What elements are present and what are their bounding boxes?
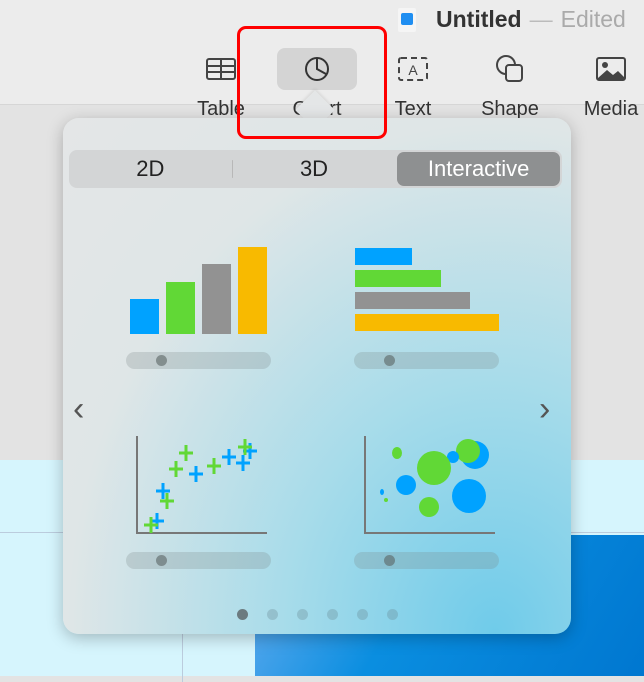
toolbar-media-button[interactable]: Media [571, 48, 644, 121]
tab-2d[interactable]: 2D [69, 150, 232, 188]
chart-popover: 2D 3D Interactive ‹ › [63, 118, 571, 634]
page-indicator [237, 609, 398, 620]
window-title: Untitled — Edited [436, 6, 626, 32]
interactive-bubble-chart-option[interactable] [361, 436, 501, 536]
scatter-cross [207, 458, 221, 474]
page-dot[interactable] [357, 609, 368, 620]
page-dot[interactable] [297, 609, 308, 620]
scatter-cross [179, 445, 193, 461]
chart-type-segmented-control: 2D 3D Interactive [69, 150, 562, 188]
highlight-box [237, 26, 387, 139]
interactive-column-chart-option[interactable] [127, 242, 272, 337]
tab-3d[interactable]: 3D [233, 150, 396, 188]
bar-chart-slider[interactable] [354, 352, 499, 369]
column-chart-slider[interactable] [126, 352, 271, 369]
toolbar-shape-button[interactable]: Shape [470, 48, 550, 121]
scatter-cross [236, 455, 250, 471]
scatter-cross [222, 449, 236, 465]
page-dot[interactable] [387, 609, 398, 620]
scatter-cross [169, 461, 183, 477]
scatter-cross [189, 466, 203, 482]
tab-interactive[interactable]: Interactive [397, 152, 561, 186]
next-page-chevron-icon[interactable]: › [539, 390, 550, 429]
page-dot[interactable] [327, 609, 338, 620]
page-dot[interactable] [237, 609, 248, 620]
bubble-chart-slider[interactable] [354, 552, 499, 569]
shape-icon [470, 48, 550, 90]
previous-page-chevron-icon[interactable]: ‹ [73, 390, 84, 429]
media-icon [571, 48, 644, 90]
scatter-chart-slider[interactable] [126, 552, 271, 569]
svg-text:A: A [408, 62, 418, 78]
interactive-scatter-chart-option[interactable] [133, 436, 273, 536]
interactive-bar-chart-option[interactable] [355, 246, 501, 334]
page-dot[interactable] [267, 609, 278, 620]
